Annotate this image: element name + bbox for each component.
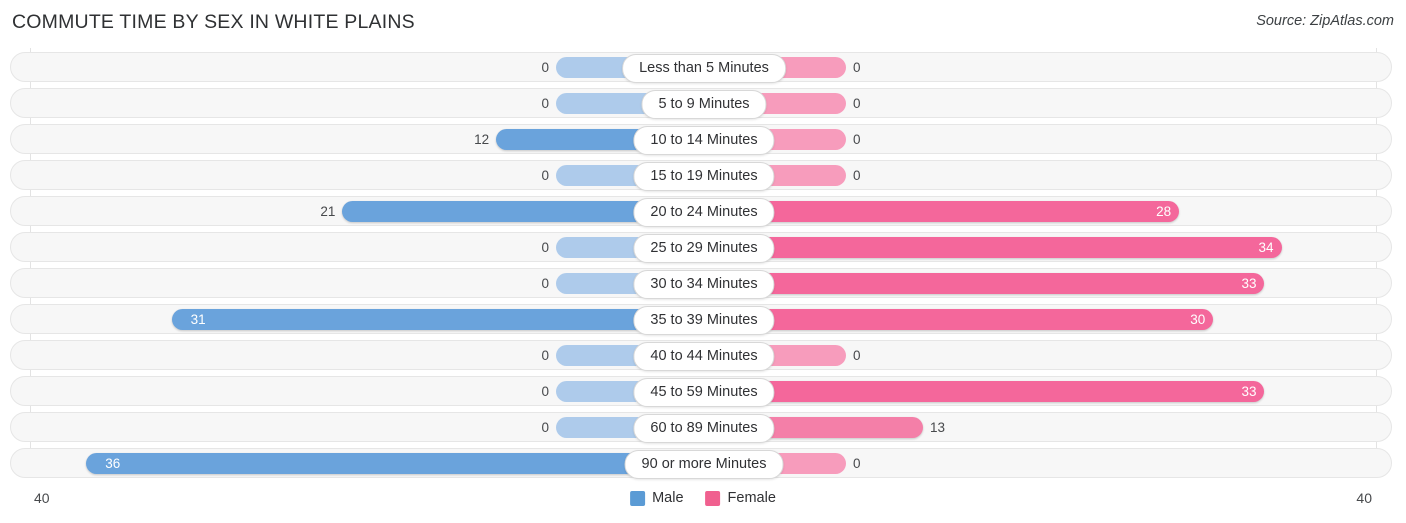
axis-label-right: 40 <box>1356 490 1372 506</box>
bar-female[interactable] <box>701 309 1214 330</box>
legend-label: Female <box>727 490 776 506</box>
page-title: COMMUTE TIME BY SEX IN WHITE PLAINS <box>12 11 415 33</box>
value-label-male: 0 <box>541 384 549 399</box>
value-label-female: 13 <box>929 420 945 435</box>
value-label-female: 28 <box>1156 204 1172 219</box>
category-label[interactable]: 35 to 39 Minutes <box>633 306 775 335</box>
chart-row[interactable]: 0 0 5 to 9 Minutes <box>10 88 1392 119</box>
bar-male[interactable] <box>171 309 701 330</box>
category-label[interactable]: 30 to 34 Minutes <box>633 270 775 299</box>
chart-row[interactable]: 0 33 30 to 34 Minutes <box>10 268 1392 299</box>
category-label[interactable]: 20 to 24 Minutes <box>633 198 775 227</box>
chart-row[interactable]: 0 0 15 to 19 Minutes <box>10 160 1392 191</box>
category-label[interactable]: 45 to 59 Minutes <box>633 378 775 407</box>
chart-row[interactable]: 21 28 20 to 24 Minutes <box>10 196 1392 227</box>
category-label[interactable]: 60 to 89 Minutes <box>633 414 775 443</box>
value-label-female: 0 <box>853 348 861 363</box>
category-label[interactable]: 5 to 9 Minutes <box>641 90 767 119</box>
value-label-female: 33 <box>1241 276 1257 291</box>
chart-row[interactable]: 36 0 90 or more Minutes <box>10 448 1392 479</box>
chart-legend: Male Female <box>630 490 776 506</box>
value-label-male: 36 <box>105 456 121 471</box>
legend-item[interactable]: Male <box>630 490 684 506</box>
legend-swatch-icon <box>705 490 721 506</box>
value-label-male: 0 <box>541 96 549 111</box>
chart-row[interactable]: 0 0 Less than 5 Minutes <box>10 52 1392 83</box>
value-label-female: 0 <box>853 60 861 75</box>
bar-female[interactable] <box>701 381 1265 402</box>
chart-row[interactable]: 0 34 25 to 29 Minutes <box>10 232 1392 263</box>
value-label-male: 21 <box>320 204 336 219</box>
bar-female[interactable] <box>701 237 1282 258</box>
category-label[interactable]: Less than 5 Minutes <box>622 54 786 83</box>
source-attribution: Source: ZipAtlas.com <box>1256 13 1394 29</box>
value-label-male: 31 <box>190 312 206 327</box>
category-label[interactable]: 15 to 19 Minutes <box>633 162 775 191</box>
value-label-female: 33 <box>1241 384 1257 399</box>
category-label[interactable]: 25 to 29 Minutes <box>633 234 775 263</box>
chart-row[interactable]: 0 0 40 to 44 Minutes <box>10 340 1392 371</box>
chart-page: COMMUTE TIME BY SEX IN WHITE PLAINS Sour… <box>0 0 1406 523</box>
value-label-male: 0 <box>541 168 549 183</box>
value-label-female: 0 <box>853 456 861 471</box>
value-label-female: 30 <box>1190 312 1206 327</box>
value-label-male: 12 <box>474 132 490 147</box>
bar-male[interactable] <box>86 453 701 474</box>
value-label-male: 0 <box>541 348 549 363</box>
chart-header: COMMUTE TIME BY SEX IN WHITE PLAINS Sour… <box>0 0 1406 46</box>
chart-row[interactable]: 31 30 35 to 39 Minutes <box>10 304 1392 335</box>
bar-female[interactable] <box>701 273 1265 294</box>
value-label-male: 0 <box>541 276 549 291</box>
chart-row[interactable]: 0 13 60 to 89 Minutes <box>10 412 1392 443</box>
category-label[interactable]: 10 to 14 Minutes <box>633 126 775 155</box>
value-label-male: 0 <box>541 240 549 255</box>
legend-item[interactable]: Female <box>705 490 776 506</box>
chart-plot-area: 0 0 Less than 5 Minutes 0 0 5 to 9 Minutes 12 0… <box>0 48 1406 486</box>
legend-swatch-icon <box>630 490 646 506</box>
category-label[interactable]: 40 to 44 Minutes <box>633 342 775 371</box>
chart-footer: 40 40 Male Female <box>0 486 1406 523</box>
value-label-female: 0 <box>853 168 861 183</box>
value-label-male: 0 <box>541 60 549 75</box>
value-label-female: 0 <box>853 132 861 147</box>
legend-label: Male <box>652 490 684 506</box>
value-label-female: 34 <box>1258 240 1274 255</box>
value-label-female: 0 <box>853 96 861 111</box>
value-label-male: 0 <box>541 420 549 435</box>
axis-label-left: 40 <box>34 490 50 506</box>
chart-row[interactable]: 0 33 45 to 59 Minutes <box>10 376 1392 407</box>
chart-row[interactable]: 12 0 10 to 14 Minutes <box>10 124 1392 155</box>
category-label[interactable]: 90 or more Minutes <box>624 450 784 479</box>
